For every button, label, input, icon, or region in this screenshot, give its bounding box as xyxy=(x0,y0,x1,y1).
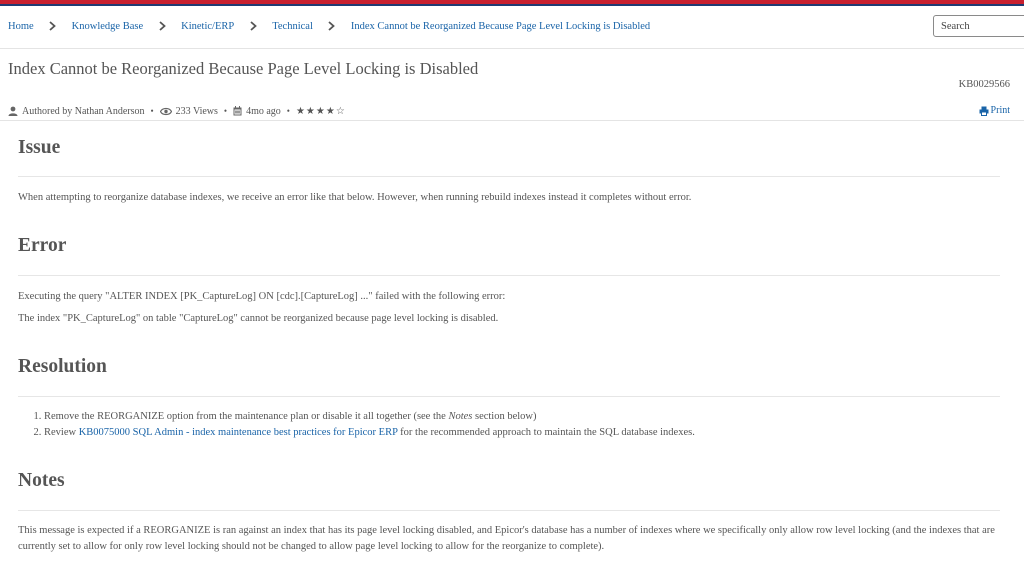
search-input[interactable] xyxy=(933,15,1024,37)
print-label: Print xyxy=(990,105,1010,116)
notes-reference: Notes xyxy=(448,411,473,422)
user-icon xyxy=(8,106,18,116)
section-heading-resolution: Resolution xyxy=(18,356,107,377)
breadcrumb-technical[interactable]: Technical xyxy=(272,21,313,32)
breadcrumb-knowledge-base[interactable]: Knowledge Base xyxy=(72,21,143,32)
print-button[interactable]: Print xyxy=(979,105,1010,116)
view-count: 233 Views xyxy=(175,105,218,117)
meta-divider xyxy=(0,120,1024,121)
breadcrumb-home[interactable]: Home xyxy=(8,21,34,32)
top-accent-bar xyxy=(0,0,1024,6)
page-title: Index Cannot be Reorganized Because Page… xyxy=(8,59,479,78)
section-resolution: Resolution xyxy=(18,356,1000,397)
breadcrumb: Home Knowledge Base Kinetic/ERP Technica… xyxy=(8,19,650,33)
header-divider xyxy=(0,48,1024,49)
calendar-icon xyxy=(233,106,242,116)
eye-icon xyxy=(159,107,172,116)
chevron-right-icon xyxy=(34,21,72,32)
chevron-right-icon xyxy=(234,21,272,32)
meta-separator: • xyxy=(223,106,228,116)
top-accent-blue xyxy=(0,4,1024,6)
kb-link[interactable]: KB0075000 SQL Admin - index maintenance … xyxy=(79,427,398,438)
section-error: Error xyxy=(18,235,1000,276)
section-heading-error: Error xyxy=(18,235,67,256)
meta-separator: • xyxy=(150,106,154,116)
author: Authored by Nathan Anderson xyxy=(22,105,145,117)
section-divider xyxy=(18,275,1000,276)
chevron-right-icon xyxy=(143,21,181,32)
meta-separator: • xyxy=(286,106,290,116)
section-notes: Notes xyxy=(18,470,1000,511)
resolution-steps: Remove the REORGANIZE option from the ma… xyxy=(18,409,695,441)
section-heading-issue: Issue xyxy=(18,137,61,158)
kb-number: KB0029566 xyxy=(958,79,1010,90)
error-message-text: The index "PK_CaptureLog" on table "Capt… xyxy=(18,313,499,324)
breadcrumb-kinetic-erp[interactable]: Kinetic/ERP xyxy=(181,21,234,32)
article-age: 4mo ago xyxy=(246,105,281,117)
section-divider xyxy=(18,176,1000,177)
chevron-right-icon xyxy=(313,21,351,32)
section-heading-notes: Notes xyxy=(18,470,65,491)
article-meta: Authored by Nathan Anderson • 233 Views … xyxy=(8,104,346,118)
notes-text: This message is expected if a REORGANIZE… xyxy=(18,525,995,552)
printer-icon xyxy=(979,106,989,116)
resolution-step-1: Remove the REORGANIZE option from the ma… xyxy=(44,409,695,425)
breadcrumb-current-article[interactable]: Index Cannot be Reorganized Because Page… xyxy=(351,21,650,32)
error-query-text: Executing the query "ALTER INDEX [PK_Cap… xyxy=(18,291,506,302)
section-issue: Issue xyxy=(18,137,1000,177)
section-divider xyxy=(18,510,1000,511)
star-rating[interactable]: ★★★★☆ xyxy=(296,106,346,117)
section-divider xyxy=(18,396,1000,397)
resolution-step-2: Review KB0075000 SQL Admin - index maint… xyxy=(44,425,695,441)
issue-text: When attempting to reorganize database i… xyxy=(18,192,692,203)
